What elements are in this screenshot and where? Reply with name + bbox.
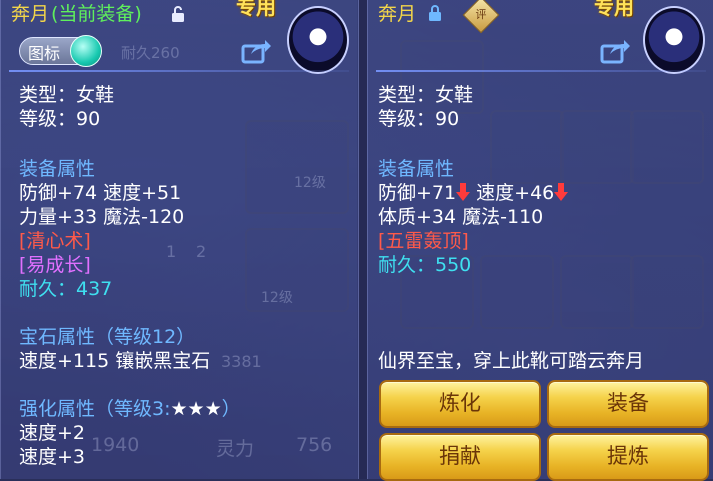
toggle-knob (70, 35, 102, 67)
bg-number: 756 (296, 434, 333, 456)
equipped-label: (当前装备) (51, 3, 142, 25)
character-portrait (287, 6, 349, 74)
exclusive-label: 专用 (594, 0, 634, 19)
attr-line: 防御+71 速度+46 (378, 182, 569, 204)
enhance-line: 速度+2 (19, 422, 86, 444)
enhance-line: 速度+3 (19, 446, 86, 468)
durability: 耐久：550 (378, 254, 472, 276)
bg-level-badge: 12级 (261, 290, 293, 306)
attr-line: 体质+34 魔法-110 (378, 206, 544, 228)
attr-header: 装备属性 (19, 158, 96, 180)
bg-level-badge: 12级 (294, 175, 326, 191)
character-portrait (643, 6, 705, 74)
bg-tab: 2 (196, 242, 207, 261)
attr-header: 装备属性 (378, 158, 455, 180)
toggle-label: 图标 (28, 44, 61, 63)
lock-icon[interactable] (428, 5, 442, 21)
item-type: 类型：女鞋 (19, 84, 115, 106)
title-divider (9, 70, 349, 72)
skill-tag: [易成长] (19, 254, 91, 276)
durability: 耐久：437 (19, 278, 113, 300)
item-name: 奔月 (11, 3, 50, 25)
bg-tab: 1 (166, 242, 177, 261)
item-name: 奔月 (378, 3, 417, 25)
title-divider (376, 70, 706, 72)
bg-durability-text: 耐久260 (121, 44, 180, 62)
decrease-arrow-icon (456, 183, 471, 201)
extract-button[interactable]: 提炼 (547, 433, 709, 481)
item-level: 等级：90 (378, 108, 460, 130)
skill-tag: [清心术] (19, 230, 91, 252)
icon-toggle[interactable]: 图标 (19, 35, 102, 67)
bg-number: 3381 (221, 352, 262, 371)
share-icon[interactable] (600, 38, 630, 64)
gem-line: 速度+115 镶嵌黑宝石 (19, 350, 211, 372)
bg-number: 1940 (91, 434, 140, 456)
attr-line: 防御+74 速度+51 (19, 182, 182, 204)
donate-button[interactable]: 捐献 (379, 433, 541, 481)
attr-line: 力量+33 魔法-120 (19, 206, 185, 228)
item-description: 仙界至宝，穿上此靴可踏云奔月 (378, 350, 645, 372)
bg-label: 灵力 (216, 438, 255, 460)
exclusive-label: 专用 (236, 0, 276, 19)
refine-button[interactable]: 炼化 (379, 380, 541, 428)
share-icon[interactable] (241, 38, 271, 64)
equip-button[interactable]: 装备 (547, 380, 709, 428)
decrease-arrow-icon (554, 183, 569, 201)
gem-header: 宝石属性（等级12） (19, 326, 196, 348)
unlock-icon[interactable] (171, 6, 185, 22)
item-level: 等级：90 (19, 108, 101, 130)
skill-tag: [五雷轰顶] (378, 230, 469, 252)
item-type: 类型：女鞋 (378, 84, 474, 106)
equipped-item-tooltip: 奔月 (当前装备) 专用 图标 耐久260 类型：女鞋 等级：90 装备属性 防… (0, 0, 359, 479)
enhance-header: 强化属性（等级3:★★★） (19, 398, 241, 420)
